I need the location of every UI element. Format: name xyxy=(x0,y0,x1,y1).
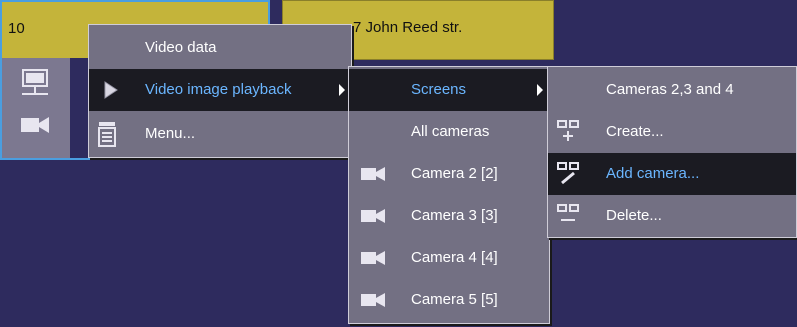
submenu-arrow-icon xyxy=(537,84,543,96)
menu-item-label: Camera 4 [4] xyxy=(411,249,498,266)
menu-item-label: All cameras xyxy=(411,123,490,140)
screen-create-icon xyxy=(557,120,579,141)
context-menu-playback: Screens All cameras Camera 2 [2] Camera … xyxy=(348,66,550,324)
network-icon[interactable] xyxy=(18,68,52,100)
menu-item-label: Video image playback xyxy=(145,81,292,98)
screen-delete-icon xyxy=(557,204,579,221)
tile-title: 10 xyxy=(8,20,25,37)
menu-list-icon xyxy=(98,122,116,147)
menu-item-label: Create... xyxy=(606,123,664,140)
context-menu-main: Video data Video image playback Menu... xyxy=(88,24,352,158)
camera-icon xyxy=(361,251,385,265)
menu-item-all-cameras[interactable]: All cameras xyxy=(349,111,549,153)
camera-icon[interactable] xyxy=(20,114,50,136)
camera-icon xyxy=(361,167,385,181)
menu-item-label: Delete... xyxy=(606,207,662,224)
menu-item-label: Cameras 2,3 and 4 xyxy=(606,81,734,98)
menu-item-delete[interactable]: Delete... xyxy=(548,195,796,237)
submenu-arrow-icon xyxy=(339,84,345,96)
camera-icon xyxy=(361,209,385,223)
menu-item-label: Video data xyxy=(145,39,217,56)
menu-item-label: Add camera... xyxy=(606,165,700,182)
play-icon xyxy=(104,81,118,99)
context-menu-screens: Cameras 2,3 and 4 Create... Add camera..… xyxy=(547,66,797,238)
tile-icon-panel xyxy=(2,58,70,158)
menu-item-label: Camera 5 [5] xyxy=(411,291,498,308)
menu-item-camera-4[interactable]: Camera 4 [4] xyxy=(349,237,549,279)
camera-icon xyxy=(361,293,385,307)
menu-item-label: Screens xyxy=(411,81,467,98)
menu-item-menu[interactable]: Menu... xyxy=(89,113,351,155)
menu-item-label: Camera 3 [3] xyxy=(411,207,498,224)
menu-item-label: Camera 2 [2] xyxy=(411,165,498,182)
screen-add-camera-icon xyxy=(557,162,579,185)
menu-item-video-data[interactable]: Video data xyxy=(89,27,351,69)
menu-item-camera-2[interactable]: Camera 2 [2] xyxy=(349,153,549,195)
menu-item-camera-5[interactable]: Camera 5 [5] xyxy=(349,279,549,321)
menu-item-camera-3[interactable]: Camera 3 [3] xyxy=(349,195,549,237)
menu-item-add-camera[interactable]: Add camera... xyxy=(548,153,796,195)
menu-item-cameras-2-3-4[interactable]: Cameras 2,3 and 4 xyxy=(548,69,796,111)
menu-item-video-image-playback[interactable]: Video image playback xyxy=(89,69,351,111)
menu-item-create[interactable]: Create... xyxy=(548,111,796,153)
menu-item-screens[interactable]: Screens xyxy=(349,69,549,111)
menu-item-label: Menu... xyxy=(145,125,196,142)
